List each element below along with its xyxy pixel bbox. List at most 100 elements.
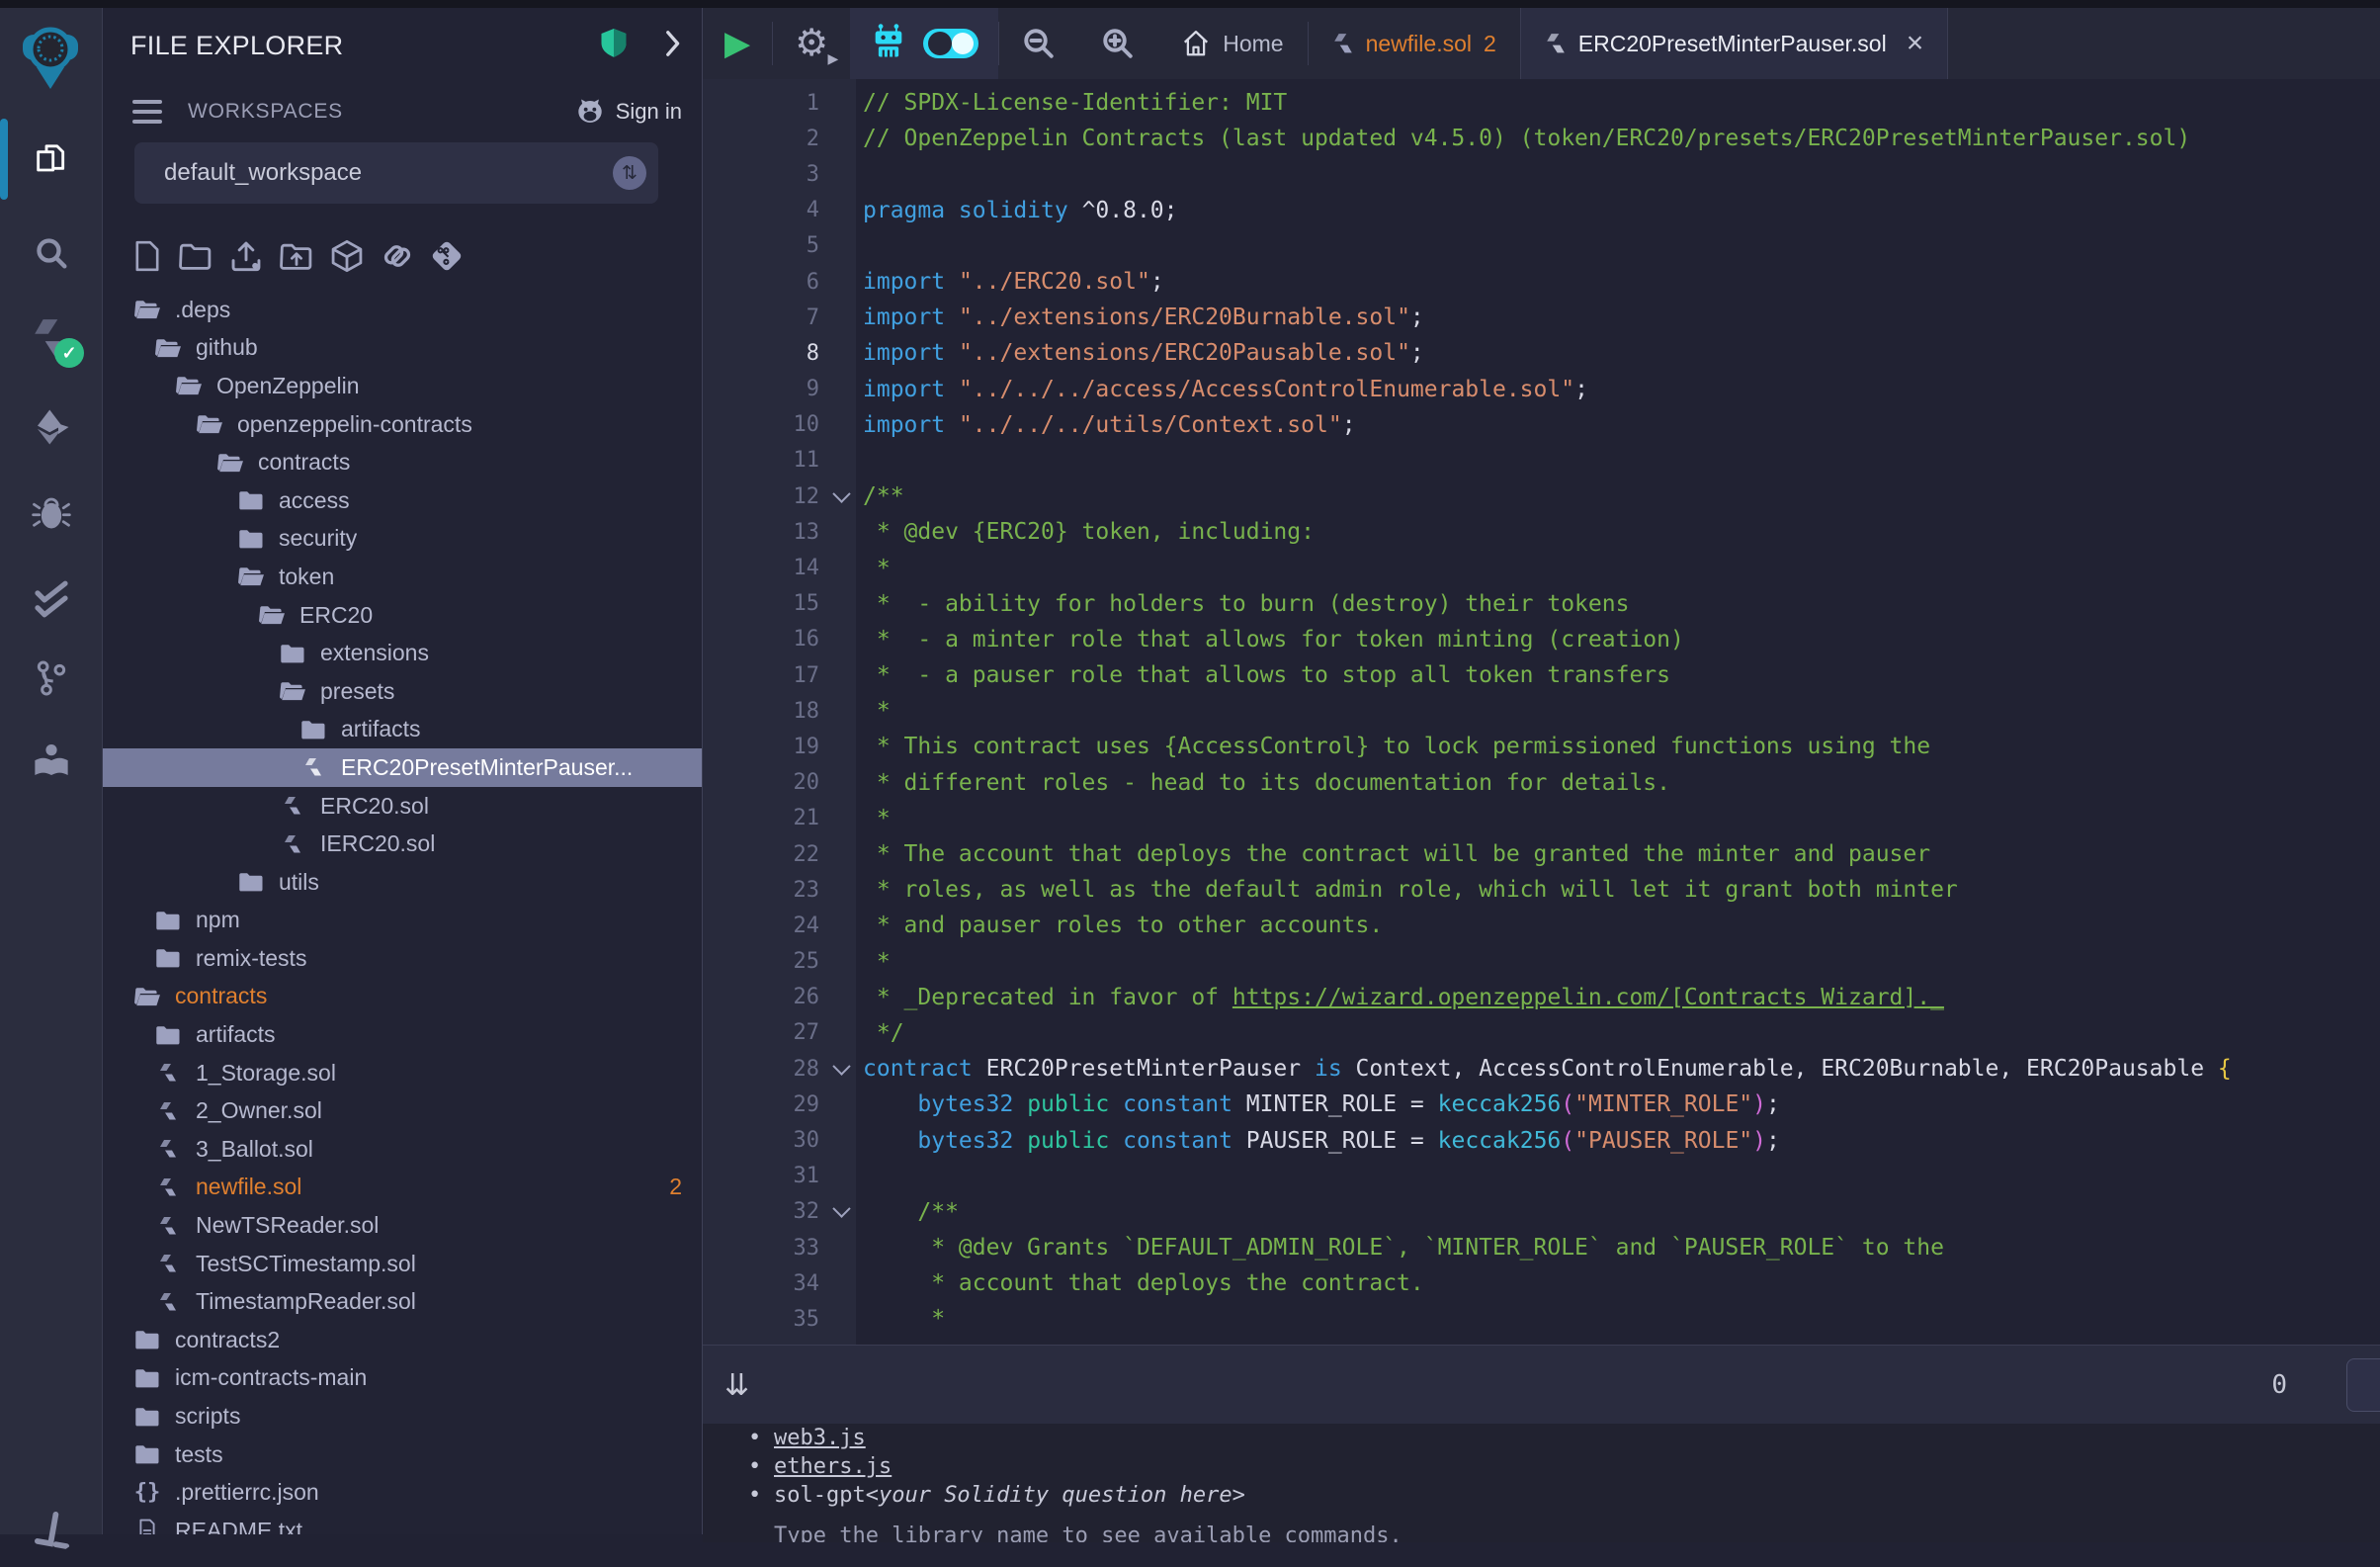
tree-item[interactable]: 3_Ballot.sol: [103, 1130, 702, 1169]
terminal-output[interactable]: • web3.js • ethers.js • sol-gpt <your So…: [703, 1424, 2380, 1542]
folder-closed-icon: [236, 871, 266, 893]
code-editor[interactable]: 1// SPDX-License-Identifier: MIT2// Open…: [703, 79, 2380, 1345]
tree-item[interactable]: openzeppelin-contracts: [103, 405, 702, 444]
tree-item[interactable]: contracts: [103, 978, 702, 1016]
terminal-edge-button[interactable]: [2346, 1358, 2380, 1412]
tree-item[interactable]: extensions: [103, 634, 702, 672]
fold-chevron-icon[interactable]: [819, 490, 863, 503]
deploy-run-icon[interactable]: [0, 392, 102, 463]
git-icon[interactable]: [0, 643, 102, 714]
code-line: 16 * - a minter role that allows for tok…: [703, 622, 2380, 657]
tree-item[interactable]: 2_Owner.sol: [103, 1091, 702, 1130]
ai-assistant-segment[interactable]: [850, 8, 998, 79]
unit-testing-icon[interactable]: [0, 564, 102, 635]
debugger-icon[interactable]: [0, 478, 102, 549]
link-icon[interactable]: [381, 241, 414, 271]
tab-erc20presetminterpauser[interactable]: ERC20PresetMinterPauser.sol ×: [1520, 8, 1948, 79]
close-tab-icon[interactable]: ×: [1907, 29, 1924, 58]
upload-file-icon[interactable]: [229, 240, 263, 272]
code-line: 33 * @dev Grants `DEFAULT_ADMIN_ROLE`, `…: [703, 1230, 2380, 1265]
new-file-icon[interactable]: [132, 240, 162, 272]
tree-item[interactable]: ERC20: [103, 596, 702, 635]
editor-tabbar: ▶ ⚙ ▶: [703, 8, 2380, 79]
sol-icon: [153, 1175, 183, 1199]
settings-partial-icon[interactable]: [0, 1496, 102, 1567]
tree-item[interactable]: tests: [103, 1436, 702, 1474]
folder-closed-icon: [132, 1406, 162, 1428]
code-line: 8import "../extensions/ERC20Pausable.sol…: [703, 335, 2380, 371]
workspace-name: default_workspace: [164, 159, 613, 187]
folder-closed-icon: [132, 1443, 162, 1465]
tree-item[interactable]: IERC20.sol: [103, 825, 702, 863]
zoom-in-button[interactable]: [1078, 8, 1157, 79]
tree-item[interactable]: 1_Storage.sol: [103, 1054, 702, 1092]
workspaces-label: WORKSPACES: [188, 100, 343, 124]
chevron-right-icon[interactable]: [662, 30, 682, 62]
tree-item[interactable]: utils: [103, 863, 702, 902]
ethersjs-link[interactable]: ethers.js: [774, 1454, 892, 1479]
tree-item[interactable]: contracts2: [103, 1321, 702, 1359]
terminal-collapse-icon[interactable]: ⇊: [724, 1368, 749, 1403]
sol-icon: [153, 1099, 183, 1123]
terminal-line: • web3.js: [703, 1424, 2380, 1452]
upload-folder-icon[interactable]: [280, 241, 313, 271]
solidity-compiler-icon[interactable]: ✓: [0, 303, 102, 374]
fold-chevron-icon[interactable]: [819, 1063, 863, 1076]
folder-closed-icon: [132, 1367, 162, 1389]
json-icon: {}: [132, 1480, 162, 1505]
tree-item[interactable]: NewTSReader.sol: [103, 1206, 702, 1245]
git-clone-icon[interactable]: [431, 240, 463, 272]
gear-icon: ⚙: [795, 25, 828, 62]
tree-item[interactable]: .deps: [103, 291, 702, 329]
code-line: 28contract ERC20PresetMinterPauser is Co…: [703, 1051, 2380, 1087]
tree-item[interactable]: icm-contracts-main: [103, 1359, 702, 1398]
file-explorer-icon[interactable]: [0, 125, 102, 196]
sol-icon: [153, 1252, 183, 1275]
tree-item[interactable]: TestSCTimestamp.sol: [103, 1245, 702, 1283]
workspace-menu-icon[interactable]: [132, 100, 162, 124]
tree-item[interactable]: token: [103, 558, 702, 596]
compile-success-badge: ✓: [54, 338, 84, 368]
sol-icon: [153, 1290, 183, 1314]
tree-item[interactable]: README.txt: [103, 1512, 702, 1534]
tree-item[interactable]: contracts: [103, 443, 702, 481]
tree-item[interactable]: newfile.sol2: [103, 1169, 702, 1207]
learneth-icon[interactable]: [0, 726, 102, 797]
tree-item[interactable]: presets: [103, 672, 702, 711]
tree-item[interactable]: {}.prettierrc.json: [103, 1473, 702, 1512]
tree-item[interactable]: scripts: [103, 1397, 702, 1436]
tree-item[interactable]: security: [103, 520, 702, 559]
compile-run-button[interactable]: ⚙ ▶: [773, 8, 850, 79]
web3js-link[interactable]: web3.js: [774, 1426, 866, 1450]
tree-item[interactable]: github: [103, 329, 702, 368]
load-cube-icon[interactable]: [330, 239, 364, 273]
code-line: 7import "../extensions/ERC20Burnable.sol…: [703, 300, 2380, 335]
folder-closed-icon: [278, 643, 307, 664]
window-top-strip: [0, 0, 2380, 8]
tree-item[interactable]: TimestampReader.sol: [103, 1282, 702, 1321]
zoom-out-button[interactable]: [999, 8, 1078, 79]
tree-item[interactable]: npm: [103, 902, 702, 940]
terminal-count: 0: [2271, 1370, 2287, 1400]
github-sign-in[interactable]: Sign in: [574, 98, 682, 126]
tree-item[interactable]: artifacts: [103, 711, 702, 749]
search-icon[interactable]: [0, 218, 102, 289]
run-script-button[interactable]: ▶: [703, 8, 772, 79]
tab-home[interactable]: Home: [1157, 8, 1307, 79]
folder-closed-icon: [298, 719, 328, 740]
ai-toggle[interactable]: [923, 29, 978, 58]
tree-item[interactable]: ERC20PresetMinterPauser...: [103, 748, 702, 787]
new-folder-icon[interactable]: [179, 241, 212, 271]
workspace-select[interactable]: default_workspace ⇅: [134, 142, 658, 204]
tree-item[interactable]: remix-tests: [103, 939, 702, 978]
tab-newfile[interactable]: newfile.sol 2: [1309, 8, 1520, 79]
tree-item[interactable]: artifacts: [103, 1015, 702, 1054]
code-line: 3: [703, 156, 2380, 192]
code-line: 32 /**: [703, 1194, 2380, 1230]
fold-chevron-icon[interactable]: [819, 1205, 863, 1218]
tree-item[interactable]: ERC20.sol: [103, 787, 702, 826]
tree-item[interactable]: OpenZeppelin: [103, 367, 702, 405]
sol-icon: [153, 1061, 183, 1085]
robot-icon: [870, 22, 907, 66]
tree-item[interactable]: access: [103, 481, 702, 520]
